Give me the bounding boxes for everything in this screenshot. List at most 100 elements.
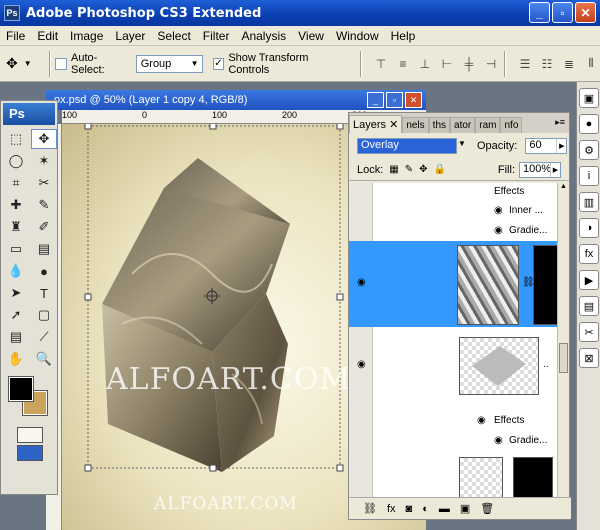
actions-icon[interactable]: fx	[579, 244, 599, 264]
tab-layers[interactable]: Layers ✕	[349, 115, 403, 133]
panel-menu-icon[interactable]: ▸≡	[555, 117, 565, 128]
type-tool-icon[interactable]: T	[31, 283, 57, 303]
transform-handle[interactable]	[209, 124, 217, 130]
lock-pixels-icon[interactable]: ✎	[405, 164, 413, 175]
history-icon[interactable]: ▶	[579, 270, 599, 290]
brushes-icon[interactable]: ▥	[579, 192, 599, 212]
tab-info[interactable]: nfo	[500, 117, 523, 133]
tool-preset-picker[interactable]: ✥ ▼	[6, 50, 45, 78]
color-icon[interactable]: ●	[579, 114, 599, 134]
zoom-tool-icon[interactable]: 🔍	[31, 349, 57, 369]
layer-row-selected[interactable]: ◉ ⛓	[349, 241, 559, 327]
layer-row[interactable]: ◉ ..	[349, 329, 559, 409]
menu-analysis[interactable]: Analysis	[235, 29, 292, 43]
effect-eye-icon[interactable]: ◉	[494, 435, 503, 446]
align-bottom-icon[interactable]: ⊥	[416, 56, 434, 72]
delete-layer-icon[interactable]: 🗑	[480, 502, 494, 515]
transform-handle[interactable]	[336, 124, 344, 130]
opacity-input[interactable]: 60 ▶	[525, 138, 568, 154]
marquee-tool-icon[interactable]: ⬚	[3, 129, 29, 149]
lock-all-icon[interactable]: 🔒	[434, 164, 446, 175]
transform-handle[interactable]	[84, 293, 92, 301]
effect-gradient-row[interactable]: ◉ Gradie...	[349, 221, 559, 239]
effects-row[interactable]: Effects	[349, 183, 559, 199]
align-left-icon[interactable]: ⊢	[438, 56, 456, 72]
effect-inner-row[interactable]: ◉ Inner ...	[349, 201, 559, 219]
fill-input[interactable]: 100% ▶	[519, 161, 561, 178]
history-brush-tool-icon[interactable]: ✐	[31, 217, 57, 237]
lock-position-icon[interactable]: ✥	[419, 164, 427, 175]
new-layer-icon[interactable]: ▣	[460, 502, 470, 515]
swatches-icon[interactable]: ⚙	[579, 140, 599, 160]
distribute-top-icon[interactable]: ☰	[516, 56, 534, 72]
navigator-icon[interactable]: ▣	[579, 88, 599, 108]
layers-scrollbar[interactable]: ▲	[557, 183, 569, 499]
transform-handle[interactable]	[209, 464, 217, 472]
scroll-thumb[interactable]	[559, 343, 568, 373]
effect-eye-icon[interactable]: ◉	[494, 225, 503, 236]
align-hcenter-icon[interactable]: ╪	[460, 56, 478, 72]
align-vcenter-icon[interactable]: ≡	[394, 56, 412, 72]
menu-help[interactable]: Help	[385, 29, 422, 43]
minimize-button[interactable]: _	[529, 2, 550, 23]
clone-source-icon[interactable]: ⊠	[579, 348, 599, 368]
hand-tool-icon[interactable]: ✋	[3, 349, 29, 369]
distribute-bottom-icon[interactable]: ≣	[560, 56, 578, 72]
scroll-up-icon[interactable]: ▲	[558, 183, 569, 190]
add-mask-icon[interactable]: ◙	[406, 503, 413, 515]
menu-select[interactable]: Select	[151, 29, 196, 43]
lasso-tool-icon[interactable]: ◯	[3, 151, 29, 171]
close-button[interactable]: ✕	[575, 2, 596, 23]
transform-handle[interactable]	[84, 124, 92, 130]
tab-histogram[interactable]: ram	[475, 117, 501, 133]
slice-tool-icon[interactable]: ✂	[31, 173, 57, 193]
character-icon[interactable]: ▤	[579, 296, 599, 316]
eyedropper-tool-icon[interactable]: ⟋	[31, 327, 57, 347]
blur-tool-icon[interactable]: 💧	[3, 261, 29, 281]
clone-stamp-tool-icon[interactable]: ♜	[3, 217, 29, 237]
chevron-right-icon[interactable]: ▶	[550, 162, 560, 177]
dodge-tool-icon[interactable]: ●	[31, 261, 57, 281]
adjustment-layer-icon[interactable]: ◐	[422, 503, 429, 515]
notes-tool-icon[interactable]: ▤	[3, 327, 29, 347]
layer-style-icon[interactable]: fx	[387, 503, 396, 515]
transform-handle[interactable]	[84, 464, 92, 472]
rectangle-tool-icon[interactable]: ▢	[31, 305, 57, 325]
brush-tool-icon[interactable]: ✎	[31, 195, 57, 215]
effect-eye-icon[interactable]: ◉	[494, 205, 503, 216]
move-tool-icon[interactable]: ✥	[31, 129, 57, 149]
menu-image[interactable]: Image	[64, 29, 109, 43]
eye-icon[interactable]: ◉	[357, 277, 366, 288]
styles-icon[interactable]: ◑	[579, 218, 599, 238]
direct-selection-tool-icon[interactable]: ➚	[3, 305, 29, 325]
menu-file[interactable]: File	[0, 29, 31, 43]
blend-mode-dropdown[interactable]: Overlay ▼	[357, 138, 466, 154]
quick-mask-button[interactable]	[17, 427, 43, 443]
doc-minimize-button[interactable]: _	[367, 92, 384, 108]
align-right-icon[interactable]: ⊣	[482, 56, 500, 72]
magic-wand-tool-icon[interactable]: ✶	[31, 151, 57, 171]
align-top-icon[interactable]: ⊤	[372, 56, 390, 72]
menu-layer[interactable]: Layer	[109, 29, 151, 43]
maximize-button[interactable]: ▫	[552, 2, 573, 23]
foreground-color-swatch[interactable]	[8, 376, 34, 402]
info-icon[interactable]: i	[579, 166, 599, 186]
menu-window[interactable]: Window	[330, 29, 385, 43]
crop-tool-icon[interactable]: ⌗	[3, 173, 29, 193]
lock-transparency-icon[interactable]: ▦	[389, 164, 398, 175]
doc-close-button[interactable]: ✕	[405, 92, 422, 108]
document-title-bar[interactable]: ox.psd @ 50% (Layer 1 copy 4, RGB/8) _ ▫…	[46, 90, 426, 110]
distribute-left-icon[interactable]: ⫴	[582, 56, 600, 72]
tab-paths[interactable]: ths	[428, 117, 451, 133]
path-selection-tool-icon[interactable]: ➤	[3, 283, 29, 303]
menu-view[interactable]: View	[292, 29, 330, 43]
eye-icon[interactable]: ◉	[357, 359, 366, 370]
tab-navigator[interactable]: ator	[450, 117, 476, 133]
link-layers-icon[interactable]: ⛓	[363, 502, 377, 515]
auto-select-checkbox[interactable]	[55, 57, 68, 70]
chevron-right-icon[interactable]: ▶	[556, 139, 566, 153]
auto-select-dropdown[interactable]: Group ▼	[135, 54, 203, 73]
screen-mode-button[interactable]	[17, 445, 43, 461]
transform-handle[interactable]	[336, 293, 344, 301]
new-group-icon[interactable]: ▬	[439, 503, 450, 515]
